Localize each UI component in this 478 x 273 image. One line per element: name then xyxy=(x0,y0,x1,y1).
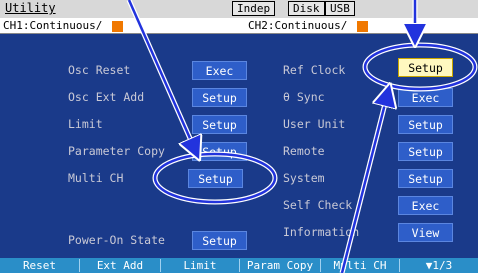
softkey-reset[interactable]: Reset xyxy=(0,258,79,273)
system-label: System xyxy=(283,171,325,185)
utility-menu-panel: Osc Reset Exec Osc Ext Add Setup Limit S… xyxy=(0,34,478,258)
ch2-status: CH2:Continuous/ xyxy=(248,19,348,32)
user-unit-setup-button[interactable]: Setup xyxy=(398,115,453,134)
theta-sync-exec-button[interactable]: Exec xyxy=(398,88,453,107)
limit-setup-button[interactable]: Setup xyxy=(192,115,247,134)
page-title: Utility xyxy=(5,1,56,15)
ch1-marker-icon xyxy=(112,21,123,32)
ref-clock-setup-button[interactable]: Setup xyxy=(398,58,453,77)
indep-indicator: Indep xyxy=(232,1,276,16)
information-label: Information xyxy=(283,225,360,239)
ch2-marker-icon xyxy=(357,21,368,32)
osc-reset-label: Osc Reset xyxy=(68,63,131,77)
parameter-copy-setup-button[interactable]: Setup xyxy=(192,142,247,161)
softkey-page-down[interactable]: ▼1/3 xyxy=(400,258,478,273)
theta-sync-label: θ Sync xyxy=(283,90,325,104)
osc-reset-exec-button[interactable]: Exec xyxy=(192,61,247,80)
osc-ext-add-label: Osc Ext Add xyxy=(68,90,145,104)
channel-status-bar: CH1:Continuous/ CH2:Continuous/ xyxy=(0,18,478,34)
multi-ch-label: Multi CH xyxy=(68,171,124,185)
information-view-button[interactable]: View xyxy=(398,223,453,242)
power-on-state-label: Power-On State xyxy=(68,233,165,247)
disk-indicator: Disk xyxy=(288,1,325,16)
system-setup-button[interactable]: Setup xyxy=(398,169,453,188)
osc-ext-add-setup-button[interactable]: Setup xyxy=(192,88,247,107)
remote-setup-button[interactable]: Setup xyxy=(398,142,453,161)
remote-label: Remote xyxy=(283,144,325,158)
multi-ch-setup-button[interactable]: Setup xyxy=(188,169,243,188)
softkey-limit[interactable]: Limit xyxy=(161,258,239,273)
softkey-ext-add[interactable]: Ext Add xyxy=(80,258,160,273)
ref-clock-label: Ref Clock xyxy=(283,63,346,77)
power-on-state-setup-button[interactable]: Setup xyxy=(192,231,247,250)
self-check-label: Self Check xyxy=(283,198,353,212)
softkey-multi-ch[interactable]: Multi CH xyxy=(321,258,399,273)
top-status-bar: Utility Indep Disk USB xyxy=(0,0,478,18)
ch1-status: CH1:Continuous/ xyxy=(3,19,103,32)
limit-label: Limit xyxy=(68,117,103,131)
softkey-param-copy[interactable]: Param Copy xyxy=(240,258,320,273)
parameter-copy-label: Parameter Copy xyxy=(68,144,165,158)
usb-indicator: USB xyxy=(325,1,355,16)
softkey-bar: Reset Ext Add Limit Param Copy Multi CH … xyxy=(0,258,478,273)
user-unit-label: User Unit xyxy=(283,117,346,131)
self-check-exec-button[interactable]: Exec xyxy=(398,196,453,215)
